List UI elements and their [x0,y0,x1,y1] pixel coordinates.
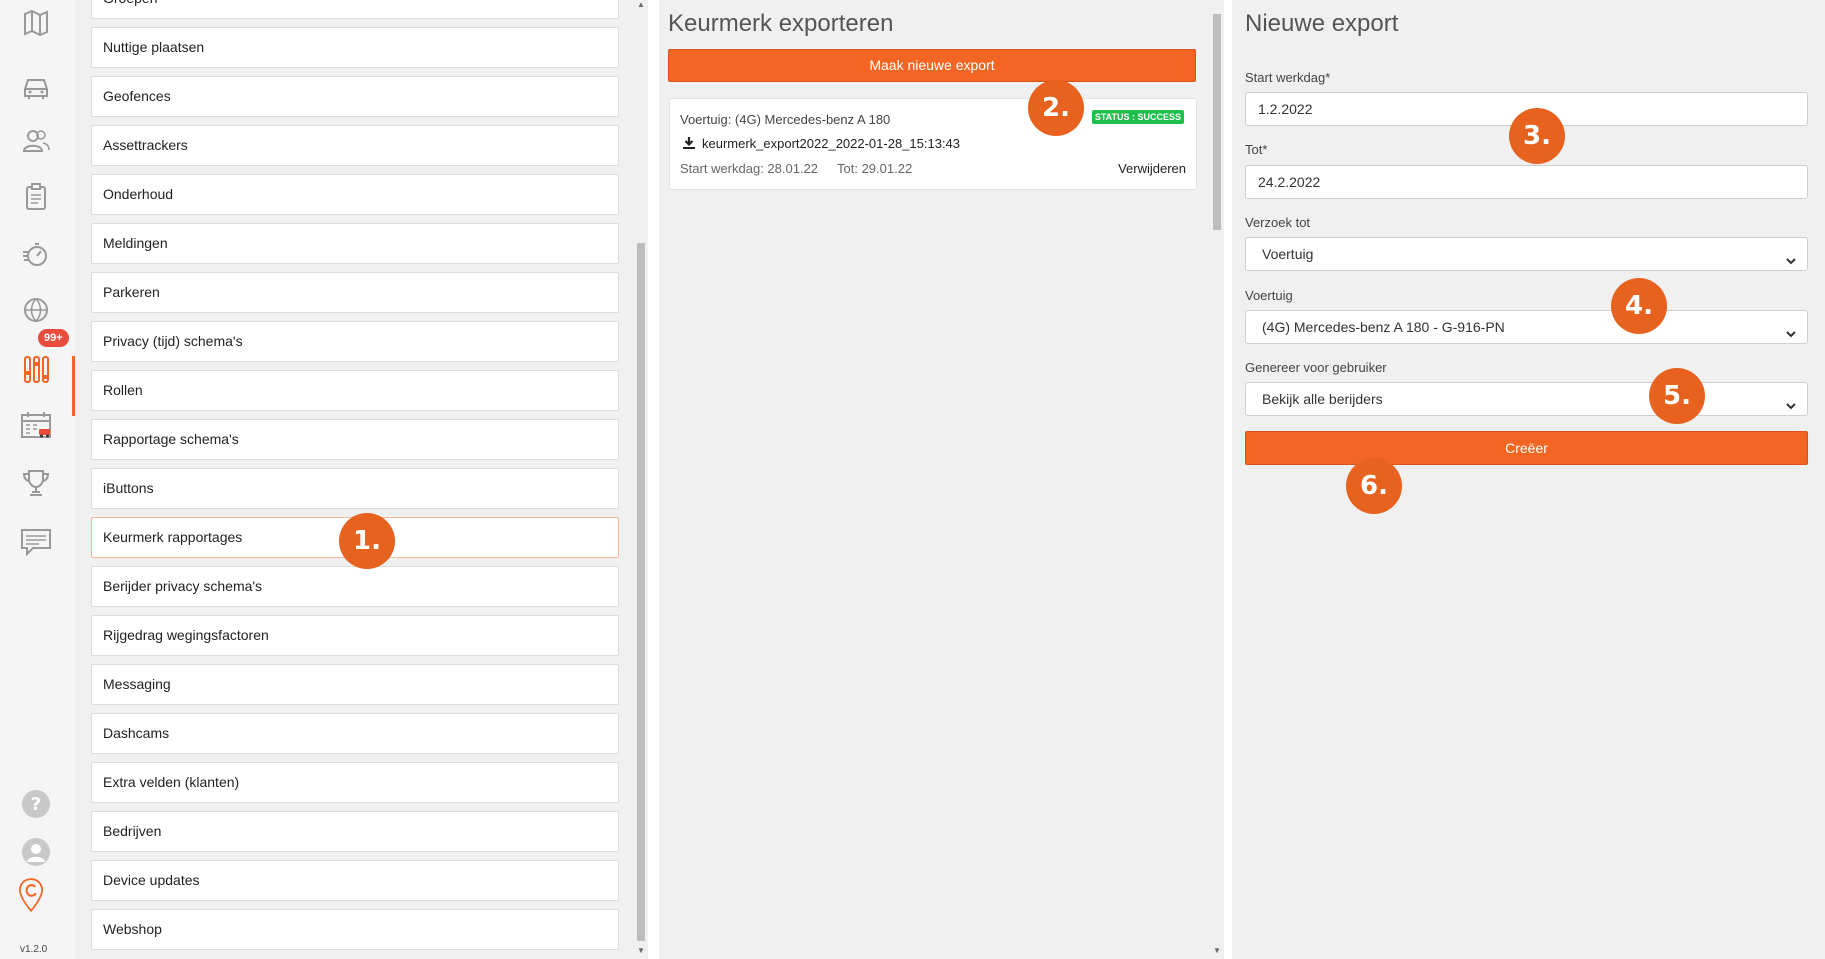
vehicle-value: (4G) Mercedes-benz A 180 - G-916-PN [1262,319,1505,335]
sliders-icon[interactable] [19,352,53,386]
message-icon[interactable] [19,525,53,559]
list-item[interactable]: Messaging [91,664,619,705]
clipboard-icon[interactable] [19,180,53,214]
trophy-icon[interactable] [19,466,53,500]
vehicle-select[interactable]: (4G) Mercedes-benz A 180 - G-916-PN [1245,310,1808,344]
panel-divider [648,0,659,959]
list-item[interactable]: Geofences [91,76,619,117]
export-scroll-thumb[interactable] [1213,14,1221,230]
step-marker-3: 3. [1509,108,1565,164]
status-badge: STATUS : SUCCESS [1091,110,1184,124]
delete-export-link[interactable]: Verwijderen [1118,161,1186,176]
scroll-down-arrow[interactable]: ▼ [637,946,645,956]
step-marker-5: 5. [1649,368,1705,424]
export-panel: Keurmerk exporteren Maak nieuwe export V… [659,0,1210,959]
request-type-value: Voertuig [1262,246,1314,262]
start-date-label: Start werkdag* [1245,70,1331,85]
user-avatar-icon[interactable] [19,835,53,869]
end-date-label: Tot* [1245,142,1268,157]
scroll-up-arrow[interactable]: ▲ [637,0,645,10]
create-button[interactable]: Creëer [1245,431,1808,465]
car-icon[interactable] [19,69,53,103]
list-item[interactable]: Berijder privacy schema's [91,566,619,607]
list-item[interactable]: Extra velden (klanten) [91,762,619,803]
chevron-down-icon [1785,247,1797,265]
step-marker-2: 2. [1028,80,1084,136]
list-item[interactable]: Privacy (tijd) schema's [91,321,619,362]
svg-text:?: ? [31,794,41,815]
chevron-down-icon [1785,320,1797,338]
users-icon[interactable] [19,124,53,158]
step-marker-6: 6. [1346,458,1402,514]
request-type-select[interactable]: Voertuig [1245,237,1808,271]
step-marker-1: 1. [339,513,395,569]
list-item[interactable]: Meldingen [91,223,619,264]
end-date-input[interactable]: 24.2.2022 [1245,165,1808,199]
icon-rail: 99+ ? v1.2.0 [0,0,75,959]
map-icon[interactable] [19,6,53,40]
page-title: Keurmerk exporteren [668,10,894,37]
user-value: Bekijk alle berijders [1262,391,1383,407]
logo-icon [14,878,58,936]
new-export-button[interactable]: Maak nieuwe export [668,49,1196,82]
list-item[interactable]: Nuttige plaatsen [91,27,619,68]
step-marker-4: 4. [1611,278,1667,334]
export-scrollbar[interactable]: ▼ [1210,0,1224,959]
help-icon[interactable]: ? [19,787,53,821]
list-item[interactable]: Rapportage schema's [91,419,619,460]
list-item[interactable]: Webshop [91,909,619,950]
export-end-date: Tot: 29.01.22 [837,161,913,176]
export-vehicle: Voertuig: (4G) Mercedes-benz A 180 [680,112,891,127]
list-item[interactable]: Parkeren [91,272,619,313]
version-label: v1.2.0 [20,944,48,955]
calendar-car-icon[interactable] [19,409,53,443]
export-start-date: Start werkdag: 28.01.22 [680,161,819,176]
form-title: Nieuwe export [1245,10,1399,37]
list-item[interactable]: iButtons [91,468,619,509]
panel-divider [1224,0,1232,959]
settings-list: Groepen Nuttige plaatsen Geofences Asset… [75,0,627,959]
user-select[interactable]: Bekijk alle berijders [1245,382,1808,416]
list-item[interactable]: Bedrijven [91,811,619,852]
notification-badge: 99+ [38,329,69,347]
vehicle-label: Voertuig [1245,288,1293,303]
chevron-down-icon [1785,392,1797,410]
scroll-down-arrow[interactable]: ▼ [1213,946,1221,956]
download-icon[interactable] [682,136,696,150]
list-item[interactable]: Rollen [91,370,619,411]
user-label: Genereer voor gebruiker [1245,360,1387,375]
list-scrollbar[interactable]: ▲ ▼ [634,0,648,959]
list-item[interactable]: Assettrackers [91,125,619,166]
globe-icon[interactable] [19,293,53,327]
stopwatch-icon[interactable] [19,237,53,271]
list-item[interactable]: Device updates [91,860,619,901]
list-item[interactable]: Onderhoud [91,174,619,215]
export-file-link[interactable]: keurmerk_export2022_2022-01-28_15:13:43 [702,136,960,151]
request-type-label: Verzoek tot [1245,215,1311,230]
list-scroll-thumb[interactable] [637,243,645,941]
export-card: Voertuig: (4G) Mercedes-benz A 180 STATU… [669,98,1197,190]
list-item[interactable]: Rijgedrag wegingsfactoren [91,615,619,656]
list-item[interactable]: Dashcams [91,713,619,754]
list-item[interactable]: Groepen [91,0,619,19]
